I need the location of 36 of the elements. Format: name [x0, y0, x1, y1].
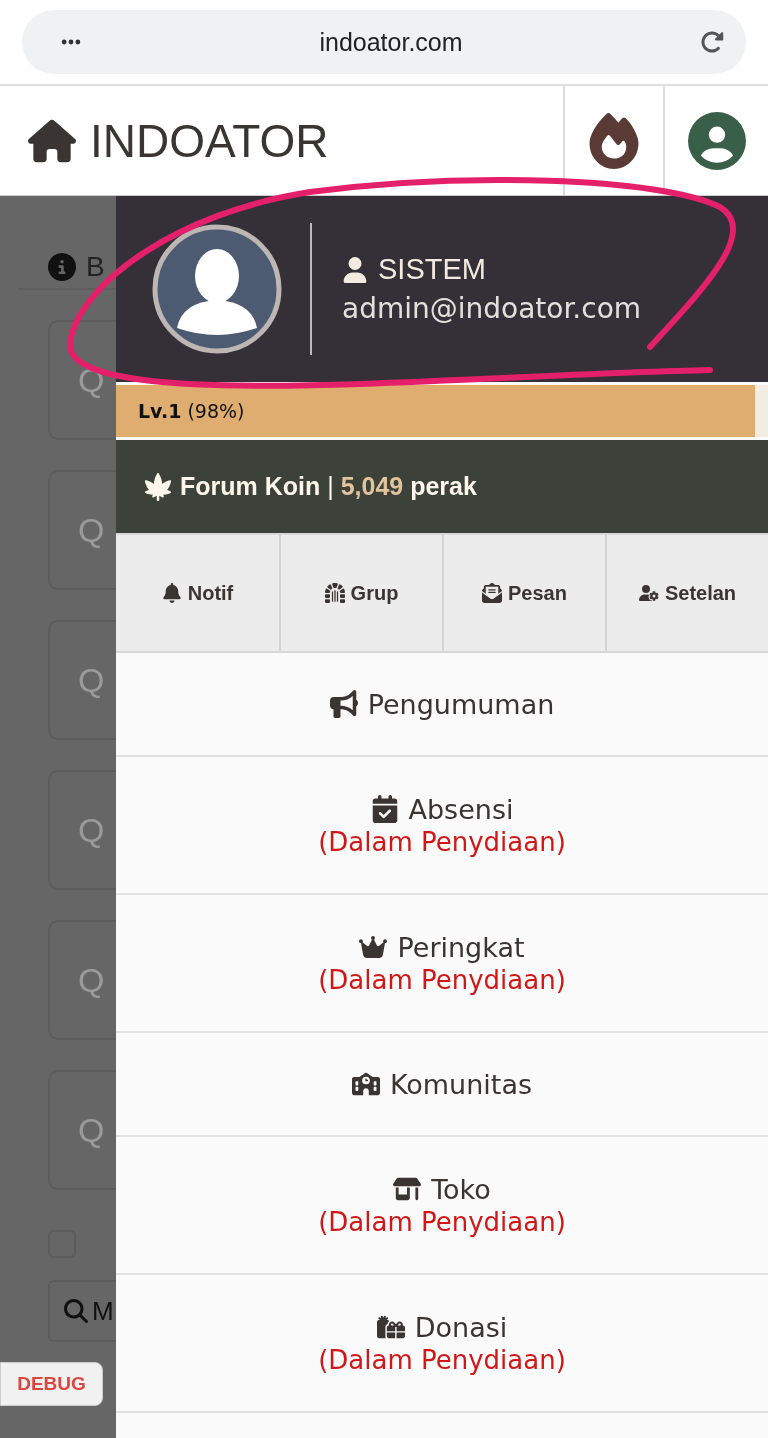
user-email: admin@indoator.com — [342, 292, 642, 325]
status-text: (Dalam Penydiaan) — [318, 964, 566, 995]
info-icon — [48, 253, 76, 281]
level-text: Lv.1 (98%) — [137, 400, 245, 422]
address-bar[interactable]: indoator.com — [22, 10, 746, 74]
calendar-icon — [370, 795, 399, 823]
leaf-icon — [144, 472, 172, 501]
status-text: (Dalam Penydiaan) — [318, 1206, 566, 1237]
gifts-icon — [376, 1313, 405, 1341]
status-text: (Dalam Penydiaan) — [318, 826, 566, 857]
status-text: (Dalam Penydiaan) — [318, 1344, 566, 1375]
reload-icon[interactable] — [700, 30, 724, 54]
menu-label: Pengumuman — [367, 688, 555, 720]
menu-label: Peringkat — [397, 931, 525, 963]
menu-label: Toko — [431, 1173, 491, 1205]
envelope-icon — [482, 583, 503, 603]
menu-label: Komunitas — [389, 1068, 533, 1100]
avatar-icon — [152, 224, 282, 354]
megaphone-icon — [329, 690, 358, 718]
menu-label: Absensi — [408, 793, 514, 825]
debug-button[interactable]: DEBUG — [0, 1362, 103, 1406]
site-title[interactable]: INDOATOR — [90, 113, 329, 168]
menu-label: Donasi — [414, 1311, 508, 1343]
user-icon — [342, 256, 368, 283]
crown-icon — [359, 933, 388, 961]
settings-icon — [638, 583, 659, 603]
search-icon — [64, 1299, 88, 1323]
shop-icon — [393, 1175, 422, 1203]
user-name: SISTEM — [378, 253, 486, 286]
bell-icon — [161, 583, 182, 603]
info-text: B — [86, 251, 105, 283]
coin-text: Forum Koin | 5,049 perak — [180, 472, 477, 501]
url-text: indoator.com — [319, 27, 463, 57]
gate-icon — [324, 583, 345, 603]
user-icon — [687, 111, 746, 170]
building-icon — [351, 1070, 380, 1098]
